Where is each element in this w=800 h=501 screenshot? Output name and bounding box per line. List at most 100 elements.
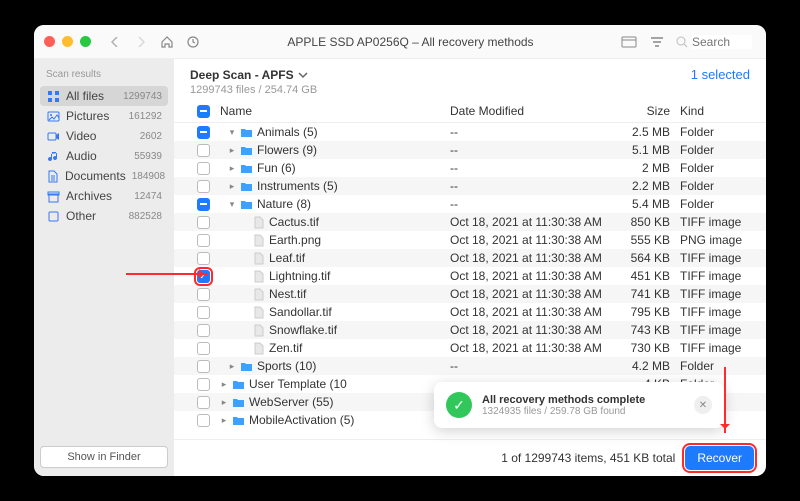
sidebar-item-audio[interactable]: Audio55939 [40,146,168,166]
file-size: 743 KB [610,323,670,337]
folder-icon [240,198,253,211]
image-icon [46,109,60,123]
other-icon [46,209,60,223]
disclosure-triangle[interactable]: ▸ [228,181,236,192]
archive-icon [46,189,60,203]
back-button[interactable] [107,37,123,47]
file-kind: Folder [670,197,750,211]
file-size: 5.4 MB [610,197,670,211]
file-row[interactable]: ▸Flowers (9)--5.1 MBFolder [174,141,766,159]
file-icon [252,324,265,337]
main-panel: Deep Scan - APFS 1299743 files / 254.74 … [174,59,766,476]
file-row[interactable]: ▸Fun (6)--2 MBFolder [174,159,766,177]
sidebar-item-video[interactable]: Video2602 [40,126,168,146]
row-checkbox[interactable] [197,360,210,373]
file-size: 2 MB [610,161,670,175]
row-checkbox[interactable] [197,342,210,355]
file-name: MobileActivation (5) [249,413,354,427]
column-date[interactable]: Date Modified [450,104,610,118]
row-checkbox[interactable] [197,234,210,247]
home-button[interactable] [159,35,175,49]
file-row[interactable]: ✓Lightning.tifOct 18, 2021 at 11:30:38 A… [174,267,766,285]
disclosure-triangle[interactable]: ▸ [220,415,228,426]
toast-close-button[interactable]: ✕ [694,396,712,414]
sidebar-item-other[interactable]: Other882528 [40,206,168,226]
file-row[interactable]: Earth.pngOct 18, 2021 at 11:30:38 AM555 … [174,231,766,249]
row-checkbox[interactable] [197,396,210,409]
disclosure-triangle[interactable]: ▸ [220,379,228,390]
row-checkbox[interactable] [197,306,210,319]
file-name: Flowers (9) [257,143,317,157]
file-size: 2.2 MB [610,179,670,193]
column-headers: Name Date Modified Size Kind [174,100,766,123]
search-field[interactable] [676,35,756,49]
row-checkbox[interactable] [197,324,210,337]
sidebar-item-count: 184908 [132,171,165,182]
history-button[interactable] [185,35,201,49]
recover-button[interactable]: Recover [685,446,754,470]
maximize-window-button[interactable] [80,36,91,47]
file-row[interactable]: Zen.tifOct 18, 2021 at 11:30:38 AM730 KB… [174,339,766,357]
column-size[interactable]: Size [610,104,670,118]
disclosure-triangle[interactable]: ▾ [228,199,236,210]
file-row[interactable]: Snowflake.tifOct 18, 2021 at 11:30:38 AM… [174,321,766,339]
row-checkbox[interactable] [197,144,210,157]
column-name[interactable]: Name [216,104,450,118]
row-checkbox[interactable] [197,216,210,229]
sidebar-item-documents[interactable]: Documents184908 [40,166,168,186]
file-date: Oct 18, 2021 at 11:30:38 AM [450,323,610,337]
file-row[interactable]: ▸Sports (10)--4.2 MBFolder [174,357,766,375]
file-row[interactable]: Nest.tifOct 18, 2021 at 11:30:38 AM741 K… [174,285,766,303]
window-controls [44,36,91,47]
file-kind: Folder [670,179,750,193]
row-checkbox[interactable] [197,198,210,211]
file-icon [252,342,265,355]
folder-icon [232,396,245,409]
file-row[interactable]: ▾Animals (5)--2.5 MBFolder [174,123,766,141]
select-all-checkbox[interactable] [197,105,210,118]
completion-toast: ✓ All recovery methods complete 1324935 … [434,382,724,428]
row-checkbox[interactable] [197,288,210,301]
sidebar-item-archives[interactable]: Archives12474 [40,186,168,206]
disclosure-triangle[interactable]: ▸ [228,361,236,372]
disclosure-triangle[interactable]: ▸ [228,163,236,174]
file-row[interactable]: ▸Instruments (5)--2.2 MBFolder [174,177,766,195]
show-in-finder-button[interactable]: Show in Finder [40,446,168,468]
file-row[interactable]: Leaf.tifOct 18, 2021 at 11:30:38 AM564 K… [174,249,766,267]
sidebar-item-count: 55939 [134,151,162,162]
row-checkbox[interactable] [197,378,210,391]
filter-button[interactable] [648,36,666,48]
forward-button[interactable] [133,37,149,47]
row-checkbox[interactable] [197,252,210,265]
sidebar-item-pictures[interactable]: Pictures161292 [40,106,168,126]
disclosure-triangle[interactable]: ▸ [220,397,228,408]
minimize-window-button[interactable] [62,36,73,47]
file-size: 451 KB [610,269,670,283]
close-window-button[interactable] [44,36,55,47]
file-row[interactable]: ▾Nature (8)--5.4 MBFolder [174,195,766,213]
view-mode-button[interactable] [620,36,638,48]
file-row[interactable]: Sandollar.tifOct 18, 2021 at 11:30:38 AM… [174,303,766,321]
file-date: -- [450,197,610,211]
file-date: Oct 18, 2021 at 11:30:38 AM [450,305,610,319]
file-date: Oct 18, 2021 at 11:30:38 AM [450,233,610,247]
file-size: 741 KB [610,287,670,301]
file-icon [252,270,265,283]
file-kind: TIFF image [670,323,750,337]
row-checkbox[interactable] [197,180,210,193]
file-date: Oct 18, 2021 at 11:30:38 AM [450,287,610,301]
row-checkbox[interactable] [197,126,210,139]
row-checkbox[interactable] [197,162,210,175]
page-title[interactable]: Deep Scan - APFS [190,68,317,82]
row-checkbox[interactable] [197,414,210,427]
app-window: APPLE SSD AP0256Q – All recovery methods… [34,25,766,476]
disclosure-triangle[interactable]: ▸ [228,145,236,156]
sidebar-item-all-files[interactable]: All files1299743 [40,86,168,106]
sidebar-item-count: 161292 [129,111,162,122]
file-kind: Folder [670,125,750,139]
disclosure-triangle[interactable]: ▾ [228,127,236,138]
file-size: 795 KB [610,305,670,319]
column-kind[interactable]: Kind [670,104,750,118]
search-input[interactable] [692,35,752,49]
file-row[interactable]: Cactus.tifOct 18, 2021 at 11:30:38 AM850… [174,213,766,231]
